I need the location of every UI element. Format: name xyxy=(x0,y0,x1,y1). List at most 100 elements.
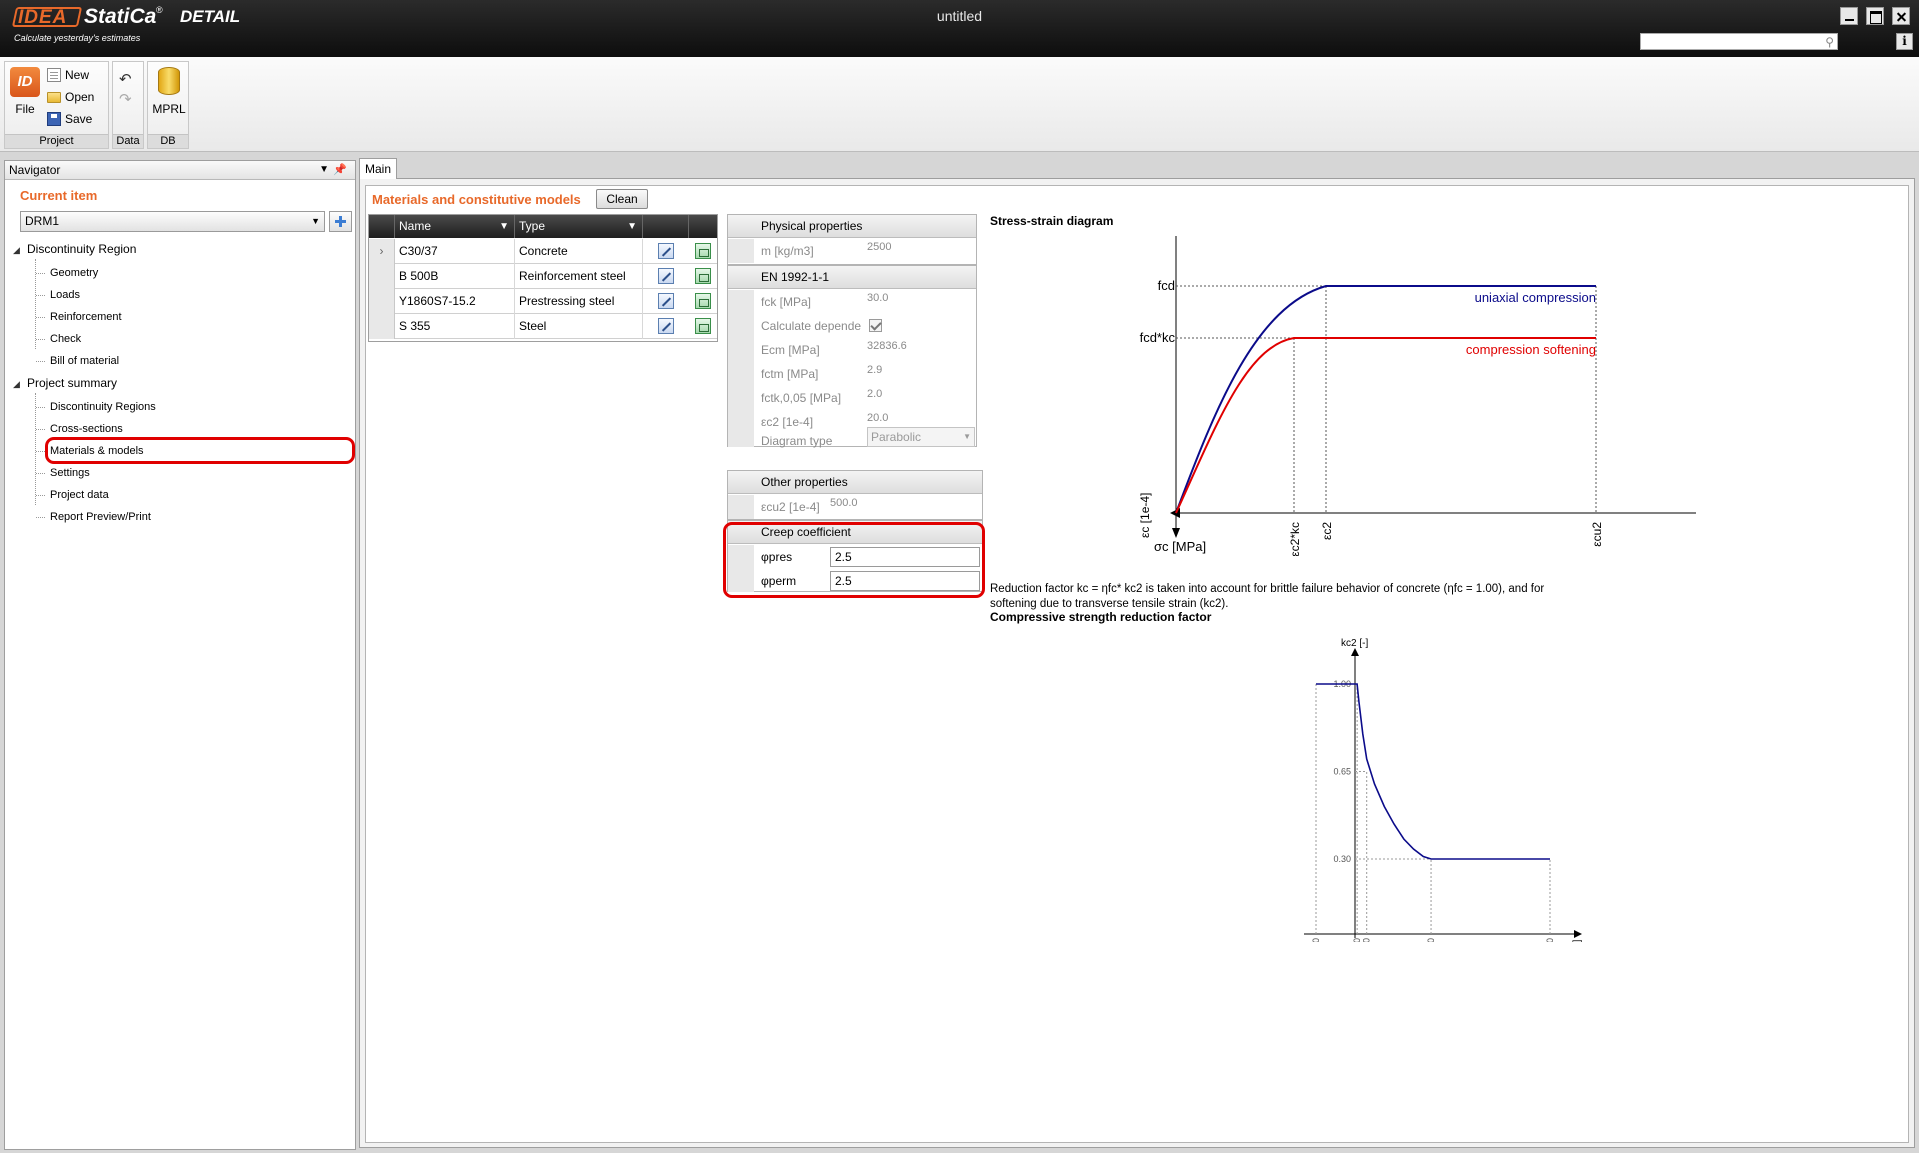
other-properties-header: Other properties xyxy=(728,471,982,494)
table-icon[interactable] xyxy=(695,268,711,284)
column-header-edit xyxy=(643,215,689,238)
tree-item-cross-sections[interactable]: Cross-sections xyxy=(50,423,123,435)
x-axis-arrow-icon xyxy=(1574,930,1582,938)
tree-item-project-data[interactable]: Project data xyxy=(50,489,109,501)
undo-icon[interactable]: ↶ xyxy=(119,70,132,88)
edit-icon[interactable] xyxy=(658,293,674,309)
material-type: Steel xyxy=(515,314,643,339)
tree-item-geometry[interactable]: Geometry xyxy=(50,267,98,279)
clean-button[interactable]: Clean xyxy=(596,189,648,209)
open-button[interactable]: Open xyxy=(45,89,94,107)
tab-main[interactable]: Main xyxy=(359,158,397,179)
collapse-triangle-icon[interactable]: ◢ xyxy=(13,245,27,256)
ribbon-group-db: MPRL DB xyxy=(147,61,189,149)
logo-tagline: Calculate yesterday's estimates xyxy=(14,33,141,43)
table-row[interactable]: B 500B Reinforcement steel xyxy=(369,264,717,289)
search-icon: ⚲ xyxy=(1825,35,1834,49)
tree-item-settings[interactable]: Settings xyxy=(50,467,90,479)
add-item-button[interactable] xyxy=(329,211,352,232)
table-icon[interactable] xyxy=(695,318,711,334)
title-bar: IDEA StatiCa ® DETAIL Calculate yesterda… xyxy=(0,0,1919,57)
physical-properties-panel: Physical properties m [kg/m3] 2500 xyxy=(727,214,977,265)
calculate-dependent-label: Calculate depende xyxy=(761,319,862,333)
minimize-button[interactable] xyxy=(1840,7,1858,25)
material-type: Reinforcement steel xyxy=(515,264,643,289)
material-name: C30/37 xyxy=(395,239,515,264)
redo-icon[interactable]: ↷ xyxy=(119,90,132,108)
column-header-name[interactable]: Name ▼ xyxy=(395,215,515,238)
fctk-label: fctk,0,05 [MPa] xyxy=(761,391,842,405)
column-header-label: Type xyxy=(519,219,546,233)
ribbon-group-project: ID File New Open Save Project xyxy=(4,61,109,149)
filter-icon[interactable]: ▼ xyxy=(499,215,509,238)
label-ec2-red: εc2,red = εc2*kc xyxy=(1288,522,1302,556)
x-tick-label: 60.0 xyxy=(1362,938,1372,942)
axis-label-x: σc [MPa] xyxy=(1154,539,1206,554)
ribbon: ID File New Open Save Project ↶ ↷ Data M… xyxy=(0,57,1919,152)
close-button[interactable] xyxy=(1892,7,1910,25)
ecu2-label: εcu2 [1e-4] xyxy=(761,500,820,514)
material-name: B 500B xyxy=(395,264,515,289)
calculate-dependent-checkbox[interactable] xyxy=(869,319,882,332)
legend-uniaxial-compression: uniaxial compression xyxy=(1475,290,1596,305)
fck-value: 30.0 xyxy=(867,292,889,304)
tree-item-check[interactable]: Check xyxy=(50,333,81,345)
fck-label: fck [MPa] xyxy=(761,295,812,309)
chevron-down-icon[interactable]: ▼ xyxy=(319,161,329,179)
label-ecu2: εcu2 xyxy=(1590,522,1604,547)
tree-node-discontinuity-region[interactable]: ◢ Discontinuity Region xyxy=(13,242,136,256)
fctm-label: fctm [MPa] xyxy=(761,367,819,381)
axis-label-y: εc [1e-4] xyxy=(1138,493,1152,538)
tree-item-reinforcement[interactable]: Reinforcement xyxy=(50,311,122,323)
navigator-panel: Navigator ▼ 📌 Current item DRM1 ▼ ◢ Disco… xyxy=(4,160,356,1150)
collapse-triangle-icon[interactable]: ◢ xyxy=(13,379,27,390)
file-menu-label[interactable]: File xyxy=(9,102,41,116)
info-icon[interactable]: i xyxy=(1896,33,1913,50)
tree-item-loads[interactable]: Loads xyxy=(50,289,80,301)
materials-content: Materials and constitutive models Clean … xyxy=(365,185,1909,1143)
legend-compression-softening: compression softening xyxy=(1466,342,1596,357)
table-icon[interactable] xyxy=(695,293,711,309)
tree-node-project-summary[interactable]: ◢ Project summary xyxy=(13,376,117,390)
mprl-button-label[interactable]: MPRL xyxy=(148,102,190,116)
file-menu-icon[interactable]: ID xyxy=(10,67,40,97)
filter-icon[interactable]: ▼ xyxy=(627,215,637,238)
save-button[interactable]: Save xyxy=(45,111,92,129)
column-header-type[interactable]: Type ▼ xyxy=(515,215,643,238)
search-input[interactable]: ⚲ xyxy=(1640,33,1838,50)
ribbon-group-label-project: Project xyxy=(5,134,108,148)
tree-connector xyxy=(35,393,36,505)
table-row[interactable]: S 355 Steel xyxy=(369,314,717,339)
edit-icon[interactable] xyxy=(658,268,674,284)
column-header-action xyxy=(689,215,717,238)
new-button[interactable]: New xyxy=(45,67,89,85)
open-button-label: Open xyxy=(65,90,95,104)
property-row: Ecm [MPa] 32836.6 xyxy=(728,338,976,362)
edit-icon[interactable] xyxy=(658,318,674,334)
current-item-select[interactable]: DRM1 ▼ xyxy=(20,211,325,232)
x-tick-label: 11.0 xyxy=(1352,938,1362,942)
table-row[interactable]: › C30/37 Concrete xyxy=(369,239,717,264)
main-panel: Materials and constitutive models Clean … xyxy=(359,178,1915,1148)
stress-strain-title: Stress-strain diagram xyxy=(990,214,1114,228)
row-selector xyxy=(369,289,395,314)
maximize-button[interactable] xyxy=(1866,7,1884,25)
material-type: Prestressing steel xyxy=(515,289,643,314)
edit-icon[interactable] xyxy=(658,243,674,259)
ec2-value: 20.0 xyxy=(867,412,889,424)
pin-icon[interactable]: 📌 xyxy=(333,161,347,179)
tree-item-discontinuity-regions[interactable]: Discontinuity Regions xyxy=(50,401,156,413)
database-icon[interactable] xyxy=(158,67,180,95)
table-row[interactable]: Y1860S7-15.2 Prestressing steel xyxy=(369,289,717,314)
kc2-chart: -200.011.060.0390.01000.01.000.650.30kc2… xyxy=(1304,638,1583,942)
property-row: εcu2 [1e-4] 500.0 xyxy=(728,495,982,519)
diagram-type-select[interactable]: Parabolic ▼ xyxy=(867,427,975,447)
table-icon[interactable] xyxy=(695,243,711,259)
materials-table: Name ▼ Type ▼ › C30/37 Concrete B 500B R… xyxy=(368,214,718,342)
tree-item-bill-of-material[interactable]: Bill of material xyxy=(50,355,119,367)
property-row: fctk,0,05 [MPa] 2.0 xyxy=(728,386,976,410)
x-tick-label: 390.0 xyxy=(1426,938,1436,942)
save-button-label: Save xyxy=(65,112,93,126)
tree-item-report-preview[interactable]: Report Preview/Print xyxy=(50,511,151,523)
material-name: S 355 xyxy=(395,314,515,339)
